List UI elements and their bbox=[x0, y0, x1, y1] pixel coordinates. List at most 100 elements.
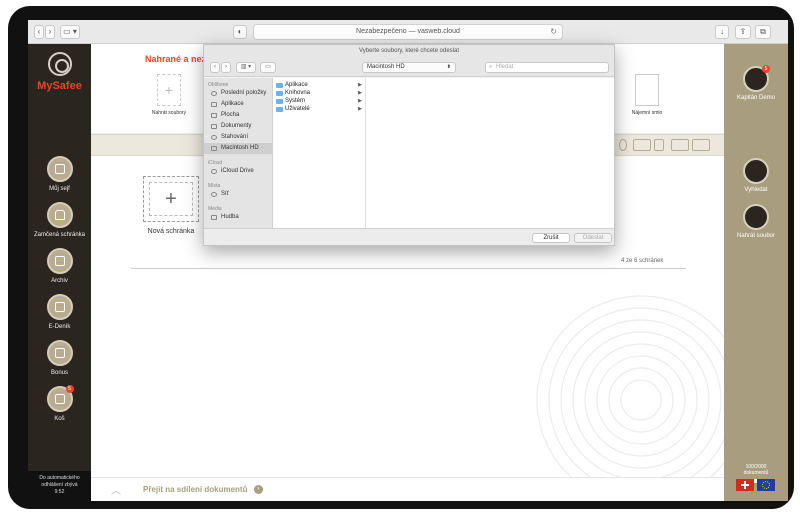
document-icon bbox=[211, 124, 217, 129]
cancel-button[interactable]: Zrušit bbox=[532, 233, 570, 243]
nav-label: Archiv bbox=[51, 278, 68, 284]
chevron-right-icon: ▶ bbox=[358, 90, 362, 96]
diary-icon bbox=[46, 294, 73, 320]
lock-icon bbox=[46, 202, 73, 228]
clock-icon bbox=[211, 91, 217, 96]
new-box-button[interactable]: + bbox=[143, 176, 199, 222]
upload-icon bbox=[743, 204, 769, 230]
tabs-icon[interactable]: ⧉ bbox=[755, 25, 771, 39]
chevron-right-icon: ▶ bbox=[358, 82, 362, 88]
reload-icon[interactable]: ↻ bbox=[550, 25, 557, 39]
eu-flag-icon[interactable] bbox=[757, 479, 775, 491]
storage-indicator: 100/2000 dokumentů bbox=[724, 464, 788, 483]
plus-icon: + bbox=[149, 182, 193, 216]
arrow-right-icon: › bbox=[253, 485, 263, 495]
folder-icon bbox=[276, 91, 283, 96]
desktop-icon bbox=[211, 113, 217, 118]
file-name: Knihovna bbox=[285, 90, 311, 96]
sidebar-item-documents[interactable]: Dokumenty bbox=[204, 121, 272, 132]
trash-count-badge: 5 bbox=[65, 385, 74, 393]
chevron-updown-icon: ⬍ bbox=[446, 64, 451, 70]
folder-icon bbox=[276, 107, 283, 112]
nav-label: Bonus bbox=[50, 370, 68, 376]
autologout-time: 9:52 bbox=[54, 489, 65, 495]
sidebar-toggle-button[interactable]: ▭ ▾ bbox=[60, 25, 80, 39]
file-row[interactable]: Aplikace ▶ bbox=[273, 81, 365, 89]
nav-item-archiv[interactable]: Archiv bbox=[28, 248, 91, 284]
chevron-right-icon: ▶ bbox=[358, 106, 362, 112]
sidebar-item-label: Dokumenty bbox=[221, 123, 252, 129]
back-button[interactable]: ‹ bbox=[34, 25, 44, 39]
bottom-bar: ︿ Přejít na sdílení dokumentů › bbox=[91, 477, 724, 501]
device-frame: ‹ › ▭ ▾ ◐ Nezabezpečeno — vasweb.cloud ↻… bbox=[8, 6, 794, 509]
dialog-prompt: Vyberte soubory, které chcete odeslat bbox=[358, 48, 460, 54]
search-button[interactable]: Vyhledat bbox=[724, 158, 788, 193]
sidebar-item-macintosh-hd[interactable]: Macintosh HD bbox=[204, 143, 272, 154]
file-name: Uživatelé bbox=[285, 106, 310, 112]
trash-icon: 5 bbox=[46, 385, 74, 412]
submit-button[interactable]: Odeslat bbox=[574, 233, 612, 243]
location-select[interactable]: Macintosh HD ⬍ bbox=[362, 62, 456, 73]
folder-icon bbox=[276, 99, 283, 104]
share-icon[interactable]: ⇪ bbox=[735, 25, 751, 39]
file-column: Aplikace ▶ Knihovna ▶ Systém ▶ Uživatelé ▶ bbox=[273, 78, 366, 228]
sidebar-item-downloads[interactable]: Stahování bbox=[204, 132, 272, 143]
new-box-label: Nová schránka bbox=[147, 228, 195, 235]
sidebar-item-music[interactable]: Hudba bbox=[204, 212, 272, 223]
download-icon[interactable]: ↓ bbox=[715, 25, 729, 39]
sidebar-item-label: Aplikace bbox=[221, 101, 244, 107]
swiss-flag-icon[interactable] bbox=[736, 479, 754, 491]
dialog-toolbar: Vyberte soubory, které chcete odeslat ‹ … bbox=[204, 45, 614, 77]
file-row[interactable]: Systém ▶ bbox=[273, 97, 365, 105]
add-document-icon: + bbox=[157, 74, 181, 106]
file-row[interactable]: Uživatelé ▶ bbox=[273, 105, 365, 113]
lock-toolbar-icon[interactable] bbox=[654, 139, 664, 151]
nav-item-kos[interactable]: 5 Koš bbox=[28, 385, 91, 422]
left-sidebar: MySafee Můj sejf Zamčená schránka Archiv… bbox=[28, 44, 91, 501]
grid-view-icon[interactable] bbox=[692, 139, 710, 151]
logo[interactable]: MySafee bbox=[28, 52, 91, 92]
location-value: Macintosh HD bbox=[367, 64, 405, 70]
sidebar-item-label: Síť bbox=[221, 191, 229, 197]
sidebar-item-desktop[interactable]: Plocha bbox=[204, 110, 272, 121]
forward-button[interactable]: › bbox=[45, 25, 55, 39]
nav-item-bonus[interactable]: Bonus bbox=[28, 340, 91, 376]
nav-label: E-Deník bbox=[48, 324, 71, 330]
sidebar-item-applications[interactable]: Aplikace bbox=[204, 99, 272, 110]
privacy-icon[interactable]: ◐ bbox=[233, 25, 247, 39]
url-field[interactable]: Nezabezpečeno — vasweb.cloud ↻ bbox=[253, 24, 563, 40]
sidebar-item-network[interactable]: Síť bbox=[204, 189, 272, 200]
url-text: Nezabezpečeno — vasweb.cloud bbox=[356, 28, 460, 35]
chevron-up-icon[interactable]: ︿ bbox=[111, 482, 121, 497]
safe-icon bbox=[46, 156, 73, 182]
nav-item-e-denik[interactable]: E-Deník bbox=[28, 294, 91, 330]
new-folder-icon[interactable]: ▭ bbox=[260, 62, 276, 73]
document-tile[interactable]: Nájemní smlo bbox=[625, 74, 669, 116]
cloud-upload-icon[interactable] bbox=[633, 139, 651, 151]
dialog-sidebar: Oblíbené Poslední položky Aplikace Ploch… bbox=[204, 78, 273, 228]
dialog-back-button[interactable]: ‹ bbox=[210, 62, 220, 73]
nav-item-zamcena-schranka[interactable]: Zamčená schránka bbox=[28, 202, 91, 238]
right-sidebar: 5 Kapitán Demo Vyhledat Nahrát soubor 10… bbox=[724, 44, 788, 501]
sidebar-item-label: Stahování bbox=[221, 134, 249, 140]
fingerprint-logo-icon bbox=[47, 52, 72, 76]
sidebar-item-icloud-drive[interactable]: iCloud Drive bbox=[204, 166, 272, 177]
box-count-label: 4 ze 6 schránek bbox=[621, 258, 664, 264]
download-icon bbox=[211, 135, 217, 140]
upload-file-button[interactable]: Nahrát soubor bbox=[724, 204, 788, 239]
user-profile[interactable]: 5 Kapitán Demo bbox=[724, 65, 788, 101]
sidebar-item-label: Plocha bbox=[221, 112, 240, 118]
dialog-forward-button[interactable]: › bbox=[221, 62, 231, 73]
dialog-search-input[interactable]: ⌕ Hledat bbox=[485, 62, 609, 73]
hard-drive-icon bbox=[211, 146, 217, 151]
view-mode-button[interactable]: ▥ ▾ bbox=[236, 62, 256, 73]
nav-item-muj-sejf[interactable]: Můj sejf bbox=[28, 156, 91, 192]
divider bbox=[131, 268, 686, 269]
help-icon[interactable] bbox=[619, 139, 627, 151]
file-row[interactable]: Knihovna ▶ bbox=[273, 89, 365, 97]
share-documents-link[interactable]: Přejít na sdílení dokumentů › bbox=[143, 485, 263, 495]
upload-files-tile[interactable]: + Nahrát soubory bbox=[147, 74, 191, 116]
list-view-icon[interactable] bbox=[671, 139, 689, 151]
nav-label: Zamčená schránka bbox=[33, 232, 86, 238]
sidebar-item-recents[interactable]: Poslední položky bbox=[204, 88, 272, 99]
